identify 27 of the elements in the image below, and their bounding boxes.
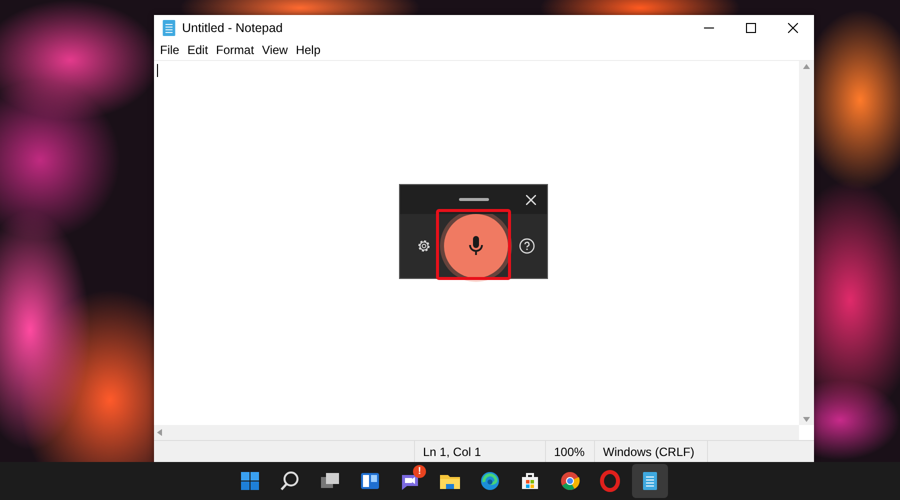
- notepad-icon: [162, 20, 176, 36]
- settings-button[interactable]: [416, 238, 432, 254]
- close-icon: [526, 195, 536, 205]
- window-title: Untitled - Notepad: [182, 20, 283, 34]
- notification-badge: !: [413, 465, 426, 478]
- ring-letter-icon: [598, 469, 622, 493]
- menu-item[interactable]: View: [258, 43, 292, 57]
- taskbar-button[interactable]: [632, 464, 668, 498]
- menu-item[interactable]: Format: [212, 43, 258, 57]
- taskbar-button[interactable]: !: [392, 464, 428, 498]
- horizontal-scrollbar[interactable]: [154, 425, 799, 440]
- menu-item[interactable]: Edit: [183, 43, 212, 57]
- windows-logo-icon: [238, 469, 262, 493]
- drag-handle[interactable]: [458, 198, 488, 201]
- menu-item[interactable]: File: [156, 43, 184, 57]
- maximize-icon: [746, 22, 756, 32]
- menu-item[interactable]: Help: [292, 43, 325, 57]
- microphone-icon: [466, 234, 484, 258]
- tricolor-circle-icon: [558, 469, 582, 493]
- microphone-button[interactable]: [444, 214, 508, 278]
- close-icon: [788, 22, 798, 32]
- text-cursor: [157, 64, 158, 77]
- swirl-browser-icon: [478, 469, 502, 493]
- help-button[interactable]: [519, 238, 535, 254]
- close-button[interactable]: [523, 192, 539, 208]
- help-icon: [519, 238, 535, 254]
- settings-icon: [416, 238, 432, 254]
